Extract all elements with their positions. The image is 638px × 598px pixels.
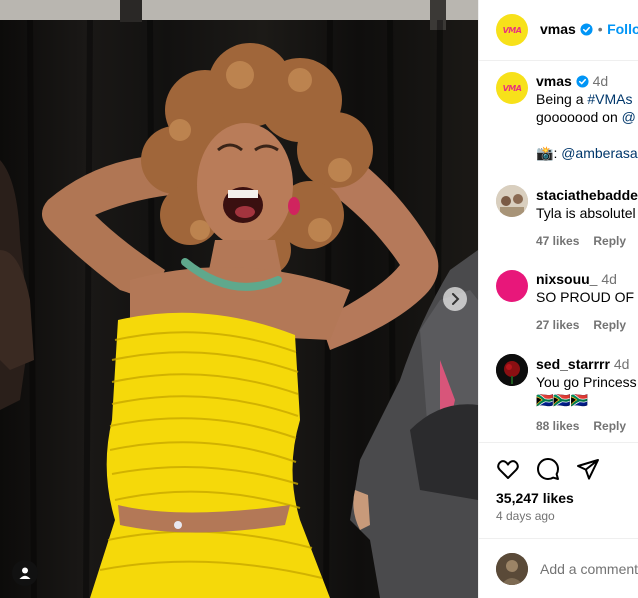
caption-header-row: vmas 4d [536, 72, 638, 90]
heart-icon[interactable] [496, 457, 520, 481]
comment-avatar[interactable] [496, 270, 528, 302]
comment-3: sed_starrrr 4d You go Princess 🇿🇦🇿🇦🇿🇦 88… [536, 355, 638, 433]
follow-button[interactable]: Follow [607, 21, 638, 37]
comment-likes[interactable]: 47 likes [536, 234, 579, 248]
user-icon [19, 567, 31, 579]
verified-badge-icon [580, 23, 593, 36]
comment-avatar[interactable] [496, 354, 528, 386]
caption-author-avatar[interactable]: VMA [496, 72, 528, 104]
caption-mention[interactable]: @ [622, 109, 636, 125]
comment-input[interactable]: Add a comment [540, 561, 638, 577]
post-date: 4 days ago [496, 509, 555, 523]
caption-text-line2: gooooood on [536, 109, 622, 125]
comment-1: staciathebadde Tyla is absolutel 47 like… [536, 186, 638, 248]
comment-age: 4d [613, 356, 630, 372]
comment-age: 4d [601, 271, 617, 287]
comment-text: Tyla is absolutel [536, 205, 636, 221]
comment-icon[interactable] [536, 457, 560, 481]
caption-line-1: Being a #VMAs [536, 90, 638, 108]
post-sidebar: VMA vmas • Follow VMA vmas 4d Being a #V… [478, 0, 638, 598]
comment-avatar-image [496, 185, 528, 217]
caption-username[interactable]: vmas [536, 73, 572, 89]
comment-text: SO PROUD OF U [536, 289, 638, 305]
comment-reply-button[interactable]: Reply [593, 234, 626, 248]
caption-block: vmas 4d Being a #VMAs gooooood on @ 📸: @… [536, 72, 638, 162]
comment-username[interactable]: sed_starrrr [536, 356, 610, 372]
avatar-logo-text: VMA [502, 83, 522, 93]
comment-meta: 88 likes Reply [536, 419, 638, 433]
comment-2: nixsouu_ 4d SO PROUD OF U 27 likes Reply [536, 270, 638, 332]
camera-icon: 📸 [536, 145, 554, 161]
caption-hashtag[interactable]: #VMAs [587, 91, 632, 107]
comment-avatar[interactable] [496, 185, 528, 217]
author-avatar[interactable]: VMA [496, 14, 528, 46]
comment-flags: 🇿🇦🇿🇦🇿🇦 [536, 392, 589, 408]
comment-meta: 27 likes Reply [536, 318, 638, 332]
caption-age: 4d [592, 73, 609, 89]
post-header: VMA vmas • Follow [479, 0, 638, 61]
comment-text: You go Princess [536, 374, 637, 390]
carousel-next-button[interactable] [443, 287, 467, 311]
comment-reply-button[interactable]: Reply [593, 419, 626, 433]
comment-likes[interactable]: 88 likes [536, 419, 579, 433]
chevron-right-icon [452, 293, 460, 305]
comment-likes[interactable]: 27 likes [536, 318, 579, 332]
add-comment-bar: Add a comment [479, 538, 638, 598]
comment-username[interactable]: nixsouu_ [536, 271, 597, 287]
post-photo[interactable] [0, 0, 478, 598]
header-author-row: vmas • Follow [540, 21, 638, 39]
comment-username[interactable]: staciathebadde [536, 187, 638, 203]
comment-meta: 47 likes Reply [536, 234, 638, 248]
avatar-logo-text: VMA [502, 25, 522, 35]
photo-scene [0, 0, 478, 598]
caption-text: Being a [536, 91, 588, 107]
caption-line-2: gooooood on @ [536, 108, 638, 126]
caption-credit-row: 📸: @amberasal [536, 144, 638, 162]
post-actions: 35,247 likes 4 days ago [479, 442, 638, 533]
author-username[interactable]: vmas [540, 21, 576, 37]
separator-dot: • [597, 21, 603, 37]
comment-avatar-image [496, 354, 528, 386]
current-user-avatar-image [496, 553, 528, 585]
tagged-users-button[interactable] [12, 560, 38, 586]
verified-badge-icon [576, 75, 589, 88]
comment-reply-button[interactable]: Reply [593, 318, 626, 332]
current-user-avatar [496, 553, 528, 585]
likes-count[interactable]: 35,247 likes [496, 489, 574, 507]
photographer-mention[interactable]: @amberasal [561, 145, 638, 161]
share-icon[interactable] [576, 457, 600, 481]
